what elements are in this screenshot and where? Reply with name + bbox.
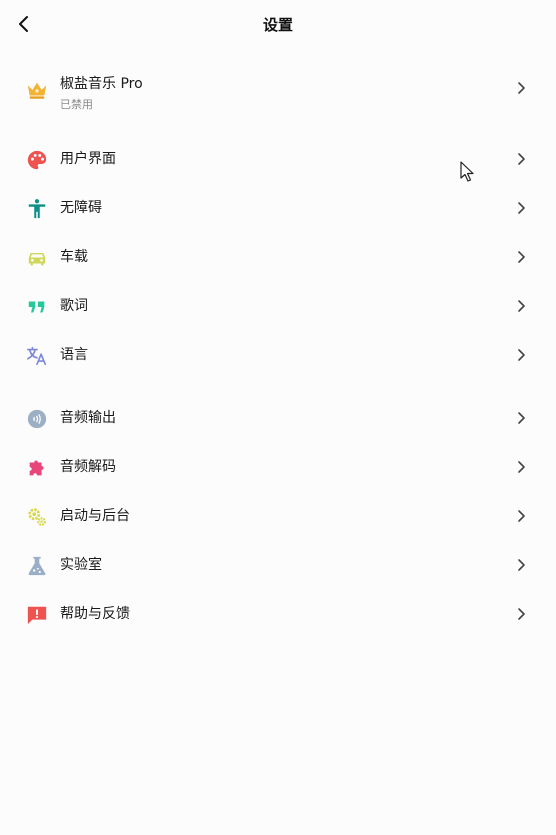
settings-item-car[interactable]: 车载 xyxy=(0,233,556,281)
chevron-right-icon xyxy=(514,509,528,523)
chevron-right-icon xyxy=(514,299,528,313)
palette-icon xyxy=(26,149,48,171)
settings-item-startup-background[interactable]: 启动与后台 xyxy=(0,492,556,540)
gears-icon xyxy=(26,506,48,528)
settings-item-accessibility[interactable]: 无障碍 xyxy=(0,184,556,232)
page-title: 设置 xyxy=(262,16,293,34)
chevron-right-icon xyxy=(514,460,528,474)
item-label: 实验室 xyxy=(60,557,102,573)
chevron-right-icon xyxy=(514,152,528,166)
chevron-right-icon xyxy=(514,201,528,215)
accessibility-icon xyxy=(26,198,48,220)
pro-status: 已禁用 xyxy=(60,98,93,111)
settings-item-pro[interactable]: 椒盐音乐 Pro 已禁用 xyxy=(0,64,556,112)
settings-item-lyrics[interactable]: 歌词 xyxy=(0,282,556,330)
chevron-right-icon xyxy=(514,250,528,264)
flask-icon xyxy=(26,555,48,577)
mouse-cursor-icon xyxy=(460,161,476,183)
item-label: 用户界面 xyxy=(60,151,116,167)
item-label: 音频解码 xyxy=(60,459,116,475)
item-label: 帮助与反馈 xyxy=(60,606,130,622)
chevron-right-icon xyxy=(514,81,528,95)
item-label: 音频输出 xyxy=(60,410,116,426)
chevron-right-icon xyxy=(514,607,528,621)
settings-item-lab[interactable]: 实验室 xyxy=(0,541,556,589)
top-app-bar: 设置 xyxy=(0,0,556,50)
item-label: 歌词 xyxy=(60,298,88,314)
settings-item-audio-decoding[interactable]: 音频解码 xyxy=(0,443,556,491)
item-label: 车载 xyxy=(60,249,88,265)
feedback-icon xyxy=(26,604,48,626)
settings-item-help-feedback[interactable]: 帮助与反馈 xyxy=(0,590,556,638)
item-label: 启动与后台 xyxy=(60,508,130,524)
speaker-icon xyxy=(26,408,48,430)
chevron-right-icon xyxy=(514,348,528,362)
chevron-right-icon xyxy=(514,558,528,572)
translate-icon xyxy=(26,345,48,367)
car-icon xyxy=(26,247,48,269)
item-label: 语言 xyxy=(60,347,88,363)
quote-icon xyxy=(26,296,48,318)
puzzle-icon xyxy=(26,457,48,479)
settings-item-language[interactable]: 语言 xyxy=(0,331,556,379)
settings-item-audio-output[interactable]: 音频输出 xyxy=(0,394,556,442)
chevron-right-icon xyxy=(514,411,528,425)
pro-title: 椒盐音乐 Pro xyxy=(60,76,143,92)
crown-icon xyxy=(26,79,48,101)
item-label: 无障碍 xyxy=(60,200,102,216)
